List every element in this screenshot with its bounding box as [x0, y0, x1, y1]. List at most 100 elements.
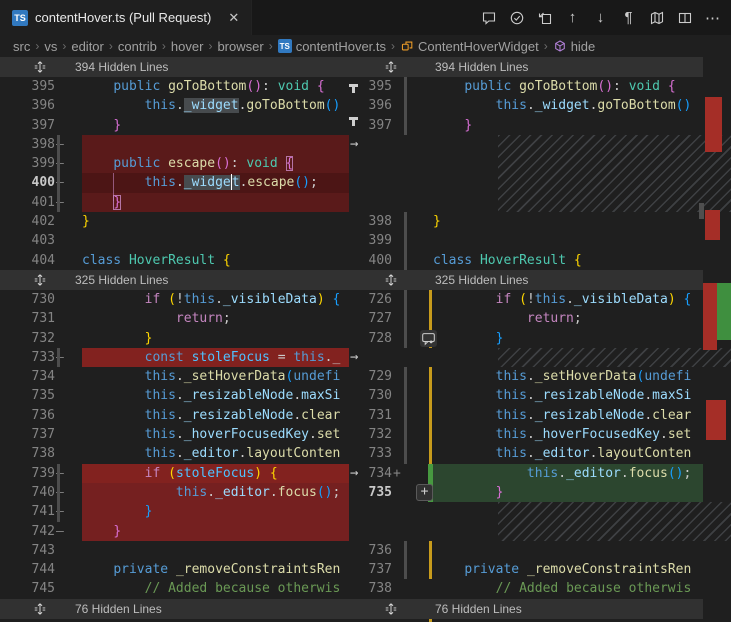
code-line-734[interactable]: 734+ this._editor.focus();: [365, 464, 731, 483]
line-number[interactable]: 732: [0, 329, 55, 348]
line-number[interactable]: 400: [0, 173, 55, 192]
unfold-icon[interactable]: [384, 602, 398, 616]
code-text[interactable]: this._editor.focus();: [433, 464, 703, 483]
code-text[interactable]: this._resizableNode.maxSi: [82, 386, 349, 405]
line-number[interactable]: 738: [0, 444, 55, 463]
code-text[interactable]: this._setHoverData(undefi: [82, 367, 349, 386]
code-text[interactable]: this._widget.goToBottom(): [82, 96, 349, 115]
code-text[interactable]: const stoleFocus = this._: [82, 348, 349, 367]
code-line-733[interactable]: 733– const stoleFocus = this._→: [0, 348, 365, 367]
code-line-399[interactable]: 399– public escape(): void {: [0, 154, 365, 173]
code-text[interactable]: this._editor.layoutConten: [433, 444, 703, 463]
code-text[interactable]: private _removeConstraintsRen: [433, 560, 703, 579]
code-text[interactable]: }: [433, 329, 703, 348]
line-number[interactable]: 727: [365, 309, 392, 328]
code-line-727[interactable]: 727 return;: [365, 309, 731, 328]
code-text[interactable]: return;: [82, 309, 349, 328]
code-text[interactable]: this._hoverFocusedKey.set: [82, 425, 349, 444]
code-line-738[interactable]: 738 // Added because otherwis: [365, 579, 731, 598]
add-comment-button[interactable]: +: [416, 484, 433, 501]
code-line-731[interactable]: 731 this._resizableNode.clear: [365, 406, 731, 425]
code-text[interactable]: // Added because otherwis: [82, 579, 349, 598]
code-line-731[interactable]: 731 return;: [0, 309, 365, 328]
line-number[interactable]: 731: [365, 406, 392, 425]
code-line-730[interactable]: 730 if (!this._visibleData) {: [0, 290, 365, 309]
open-changes-icon[interactable]: [535, 7, 554, 29]
line-number[interactable]: 398: [365, 212, 392, 231]
code-text[interactable]: }: [433, 212, 703, 231]
map-icon[interactable]: [647, 7, 666, 29]
line-number[interactable]: 404: [0, 251, 55, 270]
code-text[interactable]: this._editor.focus();: [82, 483, 349, 502]
breadcrumb-item-editor[interactable]: editor: [71, 39, 104, 54]
code-line-737[interactable]: 737 this._hoverFocusedKey.set: [0, 425, 365, 444]
line-number[interactable]: 744: [0, 560, 55, 579]
code-text[interactable]: this._widget.escape();: [82, 173, 349, 192]
hidden-lines-header[interactable]: 394 Hidden Lines: [365, 57, 703, 77]
breadcrumb-item-hide[interactable]: hide: [553, 39, 596, 54]
code-line-737[interactable]: 737 private _removeConstraintsRen: [365, 560, 731, 579]
breadcrumb-item-src[interactable]: src: [13, 39, 30, 54]
line-number[interactable]: 731: [0, 309, 55, 328]
line-number[interactable]: 396: [0, 96, 55, 115]
code-line-735[interactable]: 735 this._resizableNode.maxSi: [0, 386, 365, 405]
line-number[interactable]: 734: [365, 464, 392, 483]
line-number[interactable]: 730: [365, 386, 392, 405]
code-line-732[interactable]: 732 }: [0, 329, 365, 348]
code-line-738[interactable]: 738 this._editor.layoutConten: [0, 444, 365, 463]
code-text[interactable]: private _removeConstraintsRen: [82, 560, 349, 579]
breadcrumb-item-contenthoverwidget[interactable]: ContentHoverWidget: [400, 39, 539, 54]
previous-change-arrow-up-icon[interactable]: ↑: [563, 7, 582, 29]
code-text[interactable]: public escape(): void {: [82, 154, 349, 173]
unfold-icon[interactable]: [384, 273, 398, 287]
code-line-742[interactable]: 742– }: [0, 522, 365, 541]
hidden-lines-header[interactable]: 76 Hidden Lines: [0, 599, 365, 619]
code-line-726[interactable]: 726 if (!this._visibleData) {: [365, 290, 731, 309]
hidden-lines-header[interactable]: 325 Hidden Lines: [365, 270, 703, 290]
code-line-400[interactable]: 400– this._widget.escape();: [0, 173, 365, 192]
pilcrow-icon[interactable]: ¶: [619, 7, 638, 29]
code-text[interactable]: // Added because otherwis: [433, 579, 703, 598]
line-number[interactable]: 733: [0, 348, 55, 367]
code-text[interactable]: [82, 135, 349, 154]
code-line-744[interactable]: 744 private _removeConstraintsRen: [0, 560, 365, 579]
line-number[interactable]: 735: [365, 483, 392, 502]
code-line-729[interactable]: 729 this._setHoverData(undefi: [365, 367, 731, 386]
line-number[interactable]: 734: [0, 367, 55, 386]
code-line-730[interactable]: 730 this._resizableNode.maxSi: [365, 386, 731, 405]
code-text[interactable]: return;: [433, 309, 703, 328]
code-text[interactable]: this._editor.layoutConten: [82, 444, 349, 463]
hidden-lines-header[interactable]: 325 Hidden Lines: [0, 270, 365, 290]
code-line-404[interactable]: 404class HoverResult {: [0, 251, 365, 270]
line-number[interactable]: 399: [365, 231, 392, 250]
line-number[interactable]: 730: [0, 290, 55, 309]
line-number[interactable]: 745: [0, 579, 55, 598]
breadcrumb-item-vs[interactable]: vs: [44, 39, 57, 54]
code-text[interactable]: [82, 541, 349, 560]
code-line-402[interactable]: 402}: [0, 212, 365, 231]
code-text[interactable]: }: [82, 212, 349, 231]
scrollbar-slider[interactable]: [699, 203, 704, 219]
line-number[interactable]: 732: [365, 425, 392, 444]
line-number[interactable]: 739: [0, 464, 55, 483]
code-line-739[interactable]: 739– if (stoleFocus) {→: [0, 464, 365, 483]
code-text[interactable]: [433, 541, 703, 560]
line-number[interactable]: 742: [0, 522, 55, 541]
line-number[interactable]: 396: [365, 96, 392, 115]
code-line-397[interactable]: 397 }: [365, 116, 731, 135]
code-text[interactable]: this._hoverFocusedKey.set: [433, 425, 703, 444]
breadcrumb-item-contenthover-ts[interactable]: TScontentHover.ts: [278, 39, 386, 54]
hidden-lines-header[interactable]: 76 Hidden Lines: [365, 599, 703, 619]
check-circle-icon[interactable]: [507, 7, 526, 29]
unfold-icon[interactable]: [33, 602, 47, 616]
line-number[interactable]: 737: [0, 425, 55, 444]
code-line-732[interactable]: 732 this._hoverFocusedKey.set: [365, 425, 731, 444]
code-text[interactable]: this._setHoverData(undefi: [433, 367, 703, 386]
code-text[interactable]: if (!this._visibleData) {: [433, 290, 703, 309]
code-line-396[interactable]: 396 this._widget.goToBottom(): [365, 96, 731, 115]
line-number[interactable]: 738: [365, 579, 392, 598]
revert-change-arrow-icon[interactable]: →: [350, 135, 358, 154]
line-number[interactable]: 401: [0, 193, 55, 212]
code-text[interactable]: this._widget.goToBottom(): [433, 96, 703, 115]
line-number[interactable]: 400: [365, 251, 392, 270]
